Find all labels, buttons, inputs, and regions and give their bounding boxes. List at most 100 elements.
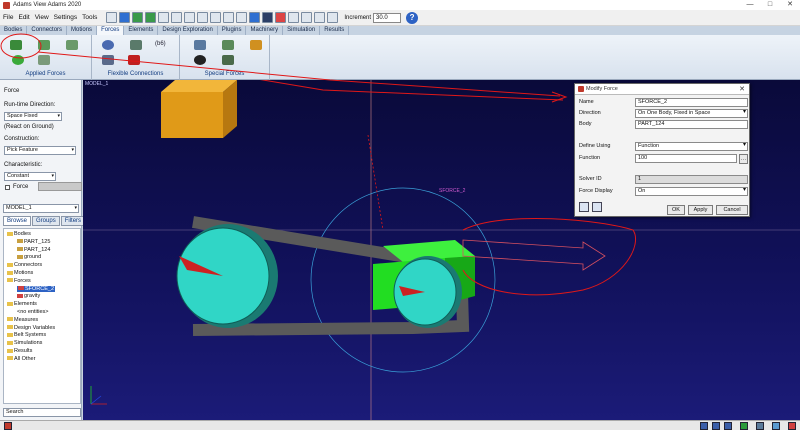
tree-item[interactable]: Belt Systems <box>7 332 46 338</box>
tree-item[interactable]: gravity <box>17 293 40 299</box>
status-icon-6[interactable] <box>772 422 780 430</box>
body-field[interactable]: PART_124 <box>635 120 748 129</box>
field-icon[interactable]: (b6) <box>155 41 166 47</box>
tree-item[interactable]: Forces <box>7 278 31 284</box>
apply-button[interactable]: Apply <box>688 205 713 215</box>
settings-icon[interactable] <box>301 12 313 23</box>
menu-tools[interactable]: Tools <box>82 14 97 21</box>
construction-select[interactable]: Pick Feature ▾ <box>4 146 76 155</box>
tree-item[interactable]: Elements <box>7 301 37 307</box>
status-icon-7[interactable] <box>788 422 796 430</box>
tree-item[interactable]: Measures <box>7 317 38 323</box>
tool-icon[interactable] <box>579 202 589 212</box>
contact-icon[interactable] <box>128 55 140 65</box>
tab-design-exploration[interactable]: Design Exploration <box>158 26 218 35</box>
characteristic-select[interactable]: Constant ▾ <box>4 172 56 181</box>
aerodynamic-icon[interactable] <box>222 55 234 65</box>
define-using-select[interactable]: Function <box>635 142 748 151</box>
tree-item[interactable]: SFORCE_2 <box>17 285 56 292</box>
tree-item[interactable]: Design Variables <box>7 325 55 331</box>
maximize-button[interactable]: □ <box>760 0 780 10</box>
tree-item[interactable]: <no entities> <box>17 309 49 315</box>
new-icon[interactable] <box>106 12 118 23</box>
name-field[interactable]: SFORCE_2 <box>635 98 748 107</box>
status-icon-5[interactable] <box>756 422 764 430</box>
six-component-force-icon[interactable] <box>66 40 78 50</box>
function-field[interactable]: 100 <box>635 154 737 163</box>
tree-item[interactable]: Results <box>7 348 32 354</box>
translational-spring-icon[interactable] <box>130 40 142 50</box>
tab-forces[interactable]: Forces <box>97 26 125 35</box>
tab-groups[interactable]: Groups <box>32 216 60 226</box>
tree-item[interactable]: ground <box>17 254 41 260</box>
icons-toggle-icon[interactable] <box>275 12 287 23</box>
tab-browse[interactable]: Browse <box>3 216 32 226</box>
shaded-icon[interactable] <box>249 12 261 23</box>
torque-icon[interactable] <box>12 55 24 65</box>
function-builder-button[interactable]: … <box>739 154 748 164</box>
menu-view[interactable]: View <box>35 14 49 21</box>
gravity-icon[interactable] <box>222 40 234 50</box>
translate-icon[interactable] <box>210 12 222 23</box>
menu-edit[interactable]: Edit <box>18 14 29 21</box>
search-input[interactable]: Search <box>3 408 81 417</box>
tree-item[interactable]: All Other <box>7 356 35 362</box>
menu-settings[interactable]: Settings <box>54 14 78 21</box>
tab-results[interactable]: Results <box>320 26 350 35</box>
rotate-icon[interactable] <box>197 12 209 23</box>
status-icon-2[interactable] <box>712 422 720 430</box>
view-front-icon[interactable] <box>223 12 235 23</box>
ok-button[interactable]: OK <box>667 205 685 215</box>
coordinates-icon[interactable] <box>288 12 300 23</box>
move-icon[interactable] <box>327 12 339 23</box>
cancel-button[interactable]: Cancel <box>716 205 748 215</box>
tab-filters[interactable]: Filters <box>60 216 86 226</box>
help-icon[interactable]: ? <box>406 11 419 24</box>
close-button[interactable]: ✕ <box>780 0 800 10</box>
wheel-icon[interactable] <box>194 55 206 65</box>
save-icon[interactable] <box>119 12 131 23</box>
force-checkbox[interactable] <box>5 185 10 190</box>
status-icon-1[interactable] <box>700 422 708 430</box>
force-display-select[interactable]: On <box>635 187 748 196</box>
run-time-direction-select[interactable]: Space Fixed ▾ <box>4 112 62 121</box>
tab-simulation[interactable]: Simulation <box>283 26 321 35</box>
tree-item[interactable]: Simulations <box>7 340 42 346</box>
view-fit-icon[interactable] <box>171 12 183 23</box>
minimize-button[interactable]: — <box>740 0 760 10</box>
select-cursor-icon[interactable] <box>158 12 170 23</box>
tree-item[interactable]: Bodies <box>7 231 31 237</box>
model-select[interactable]: MODEL_1 ▾ <box>3 204 79 213</box>
tree-item[interactable]: Motions <box>7 270 33 276</box>
modal-force-icon[interactable] <box>250 40 262 50</box>
zoom-icon[interactable] <box>184 12 196 23</box>
grid-icon[interactable] <box>262 12 274 23</box>
dialog-close-icon[interactable]: ✕ <box>739 85 745 93</box>
render-mode-icon[interactable] <box>236 12 248 23</box>
tab-connectors[interactable]: Connectors <box>27 26 68 35</box>
tab-bodies[interactable]: Bodies <box>0 26 28 35</box>
three-component-force-icon[interactable] <box>38 40 50 50</box>
force-graphic-icon[interactable] <box>592 202 602 212</box>
tab-motions[interactable]: Motions <box>67 26 98 35</box>
status-icon-4[interactable] <box>740 422 748 430</box>
increment-input[interactable]: 30.0 <box>373 12 402 23</box>
beam-icon[interactable] <box>102 55 114 65</box>
general-force-icon[interactable] <box>38 55 50 65</box>
bushing-icon[interactable] <box>102 40 114 50</box>
single-component-force-icon[interactable] <box>10 40 22 50</box>
tab-elements[interactable]: Elements <box>124 26 159 35</box>
tree-item[interactable]: Connectors <box>7 262 42 268</box>
undo-icon[interactable] <box>132 12 144 23</box>
status-icon-3[interactable] <box>724 422 732 430</box>
tire-force-icon[interactable] <box>194 40 206 50</box>
tab-machinery[interactable]: Machinery <box>246 26 284 35</box>
position-icon[interactable] <box>314 12 326 23</box>
direction-select[interactable]: On One Body, Fixed in Space <box>635 109 748 118</box>
tab-plugins[interactable]: Plugins <box>218 26 247 35</box>
tree-item[interactable]: PART_125 <box>17 239 50 245</box>
force-value-input[interactable] <box>38 182 82 191</box>
menu-file[interactable]: File <box>3 14 13 21</box>
redo-icon[interactable] <box>145 12 157 23</box>
tree-item[interactable]: PART_124 <box>17 247 50 253</box>
